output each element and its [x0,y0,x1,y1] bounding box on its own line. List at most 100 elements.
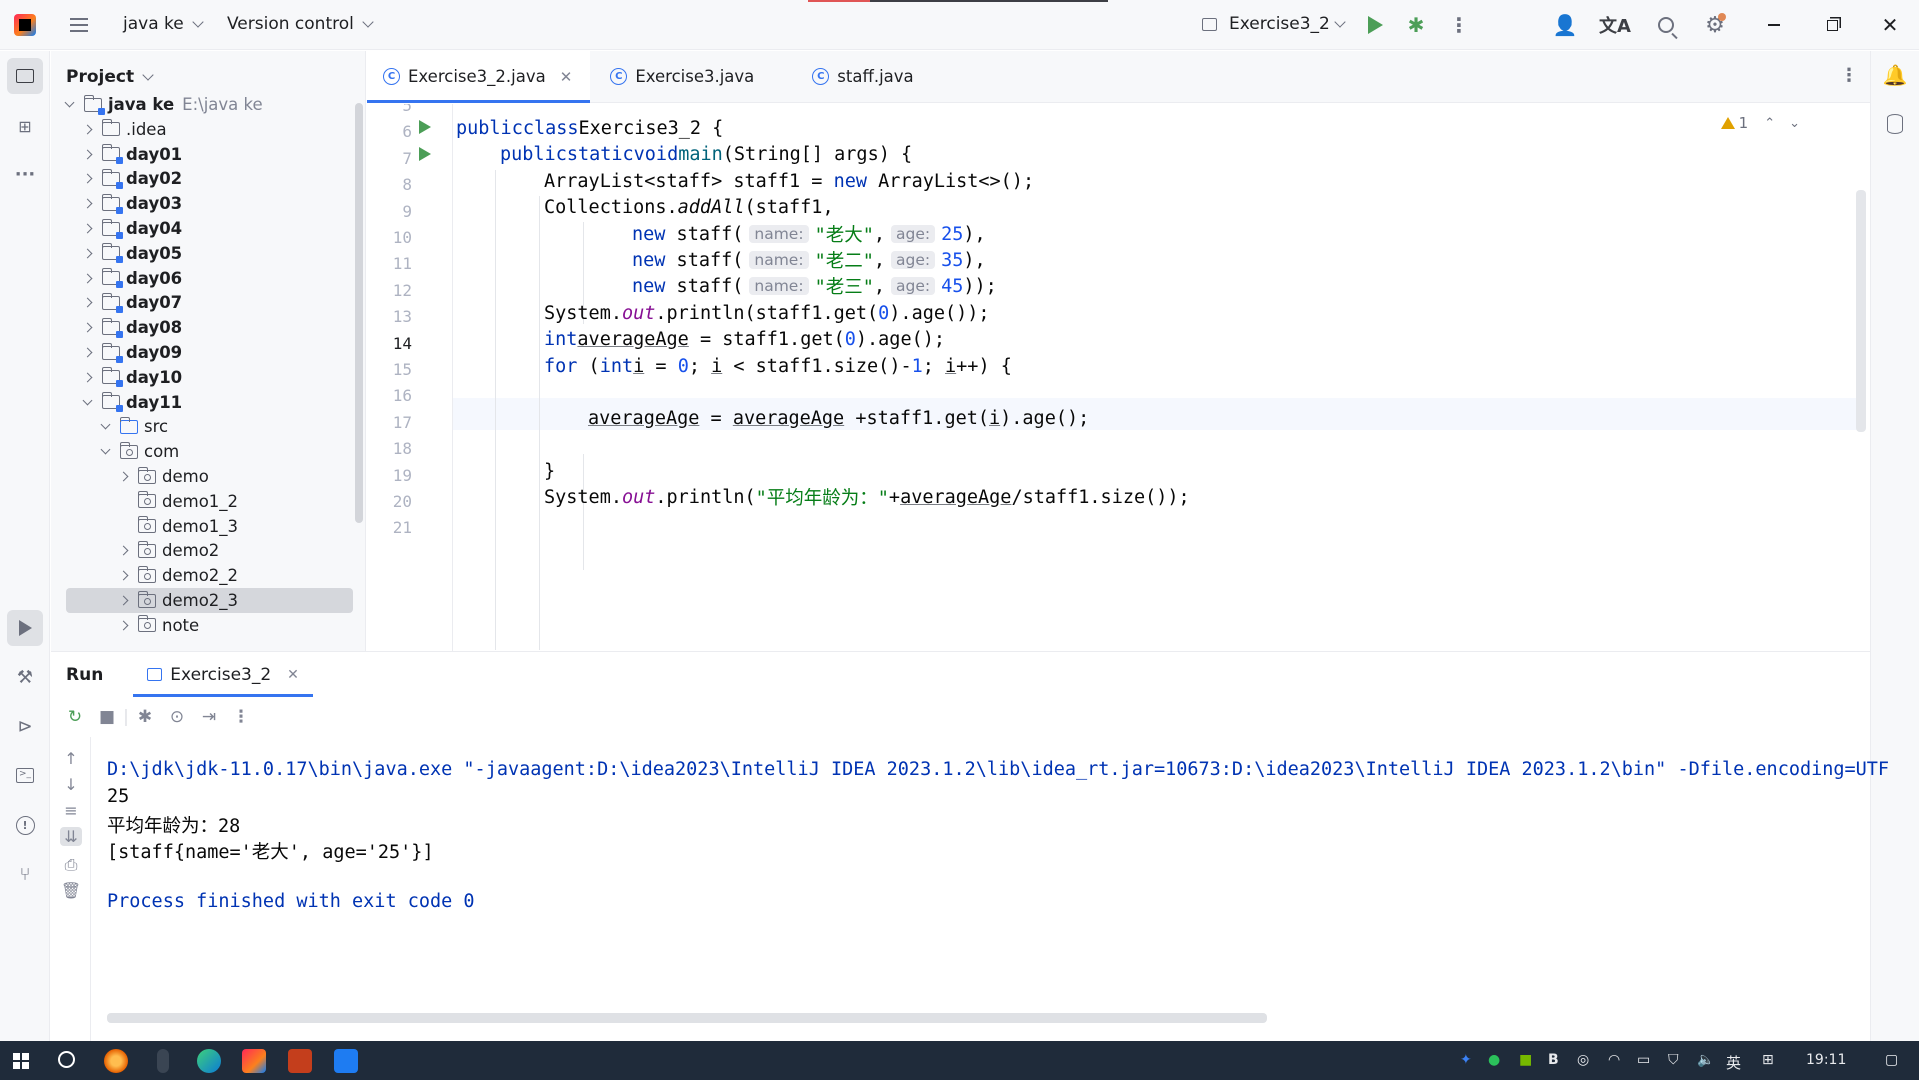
vcs-selector[interactable]: Version control [227,14,374,34]
run-tool-button[interactable] [7,610,43,646]
chevron-right-icon[interactable] [82,372,93,383]
console-scrollbar[interactable] [107,1013,1267,1023]
powerpoint-icon[interactable] [288,1049,312,1073]
inspection-widget[interactable]: 1 ⌃ ⌄ [1720,114,1800,132]
intellij-icon[interactable] [242,1049,266,1073]
tray-app-icon[interactable]: ✦ [1460,1052,1472,1068]
tree-item-demo1-3[interactable]: demo1_3 [51,514,351,539]
tree-item-day09[interactable]: day09 [51,340,351,365]
ime-language[interactable]: 英 [1726,1052,1741,1073]
run-config-selector[interactable]: Exercise3_2 [1202,14,1346,34]
chevron-down-icon[interactable] [82,395,93,406]
tray-clipboard-icon[interactable]: ◎ [1577,1052,1589,1068]
chevron-down-icon[interactable]: ⌄ [1789,116,1800,131]
chevron-right-icon[interactable] [82,347,93,358]
feishu-icon[interactable] [334,1049,358,1073]
services-tool-button[interactable]: ⊳ [7,708,43,744]
tree-item-day04[interactable]: day04 [51,216,351,241]
tray-b-icon[interactable]: B [1548,1052,1559,1068]
terminal-tool-button[interactable]: >_ [7,757,43,793]
database-button[interactable] [1879,108,1911,140]
chevron-right-icon[interactable] [82,223,93,234]
chevron-right-icon[interactable] [118,545,129,556]
edge-icon[interactable] [197,1049,221,1073]
arrow-down-icon[interactable]: ↓ [60,775,82,794]
run-tab-exercise3-2[interactable]: Exercise3_2 ✕ [133,652,313,697]
editor-scrollbar[interactable] [1856,190,1866,432]
arrow-up-icon[interactable]: ↑ [60,749,82,768]
print-icon[interactable]: ⎙ [60,855,82,875]
stop-icon[interactable]: ■ [91,707,123,727]
chevron-right-icon[interactable] [82,248,93,259]
build-tool-button[interactable]: ⚒ [7,659,43,695]
tab-exercise3[interactable]: C Exercise3.java [590,51,794,102]
tree-root[interactable]: java ke E:\java ke [51,92,351,117]
chevron-right-icon[interactable] [118,620,129,631]
trash-icon[interactable]: 🗑 [60,881,82,900]
chevron-right-icon[interactable] [82,173,93,184]
restore-button[interactable] [1816,9,1848,41]
tree-item-demo2-3[interactable]: demo2_3 [66,588,353,613]
chevron-right-icon[interactable] [118,595,129,606]
exit-icon[interactable]: ⇥ [193,707,225,727]
start-button[interactable] [13,1053,29,1069]
structure-tool-button[interactable]: ⊞ [7,108,43,144]
chevron-right-icon[interactable] [82,273,93,284]
problems-tool-button[interactable]: ! [7,807,43,843]
chevron-right-icon[interactable] [82,124,93,135]
project-selector[interactable]: java ke [123,14,204,34]
tab-staff[interactable]: C staff.java [794,51,931,102]
more-vertical-icon[interactable]: ⋮ [225,707,257,727]
code-with-me-button[interactable]: 👤 [1549,9,1581,41]
chevron-down-icon[interactable] [100,444,111,455]
battery-icon[interactable]: ▭ [1637,1052,1650,1068]
tab-exercise3-2[interactable]: C Exercise3_2.java ✕ [367,51,591,103]
search-button[interactable] [1650,9,1682,41]
taskbar-search-button[interactable] [58,1051,75,1068]
tab-actions-button[interactable]: ⋮ [1840,65,1858,86]
run-class-gutter-icon[interactable] [419,120,431,134]
tree-item-com[interactable]: com [51,439,351,464]
more-tools-button[interactable]: ··· [7,156,43,192]
tree-item-day10[interactable]: day10 [51,365,351,390]
tree-item-day08[interactable]: day08 [51,315,351,340]
ime-mode-icon[interactable]: ⊞ [1762,1052,1774,1068]
chevron-right-icon[interactable] [118,471,129,482]
settings-button[interactable]: ⚙ [1699,9,1731,41]
chevron-down-icon[interactable] [64,97,75,108]
more-actions-button[interactable]: ⋮ [1443,9,1475,41]
debug-button[interactable]: ✱ [1400,9,1432,41]
close-icon[interactable]: ✕ [560,68,573,86]
scroll-to-end-icon[interactable]: ⇊ [60,827,82,846]
firefox-icon[interactable] [104,1049,128,1073]
git-tool-button[interactable]: ⑂ [7,856,43,892]
minimize-button[interactable] [1758,9,1790,41]
tree-item-day03[interactable]: day03 [51,191,351,216]
tree-item-demo2[interactable]: demo2 [51,538,351,563]
chevron-right-icon[interactable] [82,198,93,209]
tree-item-day06[interactable]: day06 [51,266,351,291]
chevron-right-icon[interactable] [82,149,93,160]
translate-button[interactable]: 文A [1599,9,1631,41]
notifications-button[interactable]: 🔔 [1879,59,1911,91]
volume-icon[interactable]: 🔈 [1697,1052,1714,1068]
security-icon[interactable]: ⛉ [1668,1052,1679,1068]
tree-item-demo[interactable]: demo [51,464,351,489]
tree-item-src[interactable]: src [51,414,351,439]
tree-item-day07[interactable]: day07 [51,290,351,315]
tree-item-demo1-2[interactable]: demo1_2 [51,489,351,514]
nvidia-icon[interactable]: ■ [1519,1052,1532,1068]
chevron-down-icon[interactable] [100,419,111,430]
tree-item-day11[interactable]: day11 [51,390,351,415]
wechat-icon[interactable]: ● [1488,1052,1500,1068]
tree-item-day01[interactable]: day01 [51,142,351,167]
clock[interactable]: 19:11 [1806,1052,1846,1068]
tree-item-note[interactable]: note [51,613,351,638]
main-menu-button[interactable] [63,9,95,41]
tree-item-day02[interactable]: day02 [51,166,351,191]
rerun-icon[interactable]: ↻ [59,707,91,727]
chevron-up-icon[interactable]: ⌃ [1764,116,1775,131]
chevron-right-icon[interactable] [82,297,93,308]
project-tool-button[interactable] [7,58,43,94]
microphone-icon[interactable] [157,1049,169,1073]
